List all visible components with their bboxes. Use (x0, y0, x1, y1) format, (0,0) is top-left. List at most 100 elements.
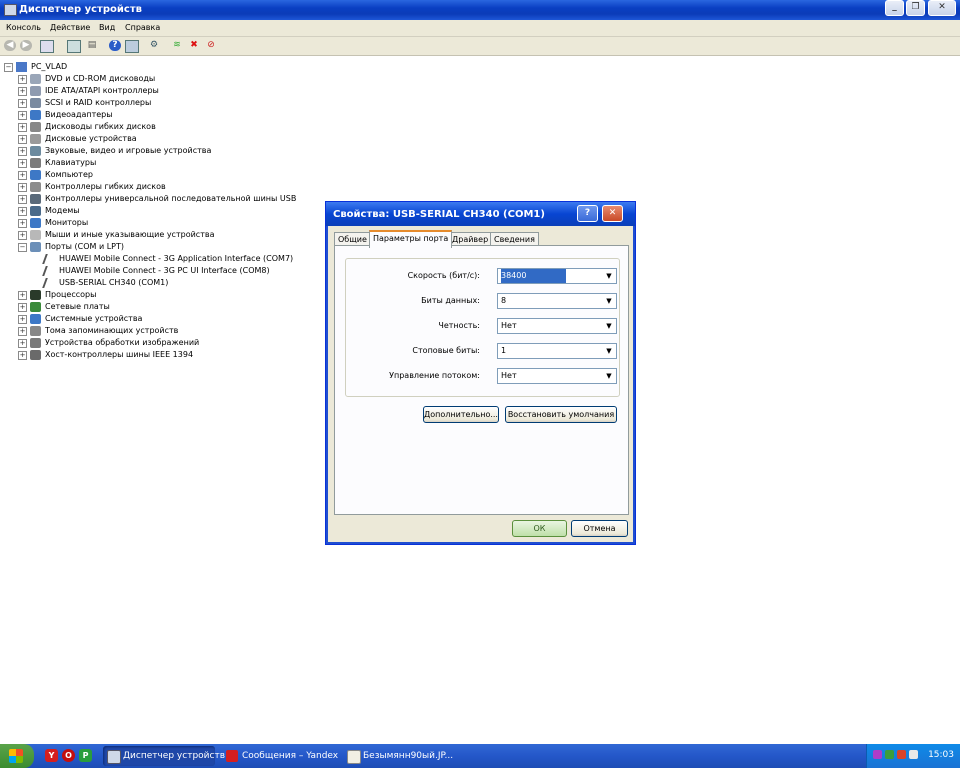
device-category-icon (30, 350, 41, 360)
expand-icon[interactable]: + (18, 183, 27, 192)
expand-icon[interactable]: + (18, 207, 27, 216)
task-label: Безымянн90ый.JP... (363, 751, 454, 761)
dialog-title: Свойства: USB-SERIAL CH340 (COM1) (333, 209, 545, 220)
data-bits-select[interactable]: 8 ▼ (497, 293, 617, 309)
restore-button[interactable]: ❐ (906, 0, 925, 16)
expand-icon[interactable]: + (18, 159, 27, 168)
menu-action[interactable]: Действие (50, 23, 90, 32)
task-paint-image[interactable]: Безымянн90ый.JP... (343, 746, 455, 766)
chevron-down-icon[interactable]: ▼ (602, 319, 616, 333)
expand-icon[interactable]: + (18, 303, 27, 312)
tree-item-label: IDE ATA/ATAPI контроллеры (45, 86, 159, 95)
title-bar[interactable]: Диспетчер устройств _ ❐ ✕ (0, 0, 960, 20)
collapse-icon[interactable]: − (4, 63, 13, 72)
scan-hardware-icon[interactable]: ⚙ (148, 40, 160, 51)
minimize-button[interactable]: _ (885, 0, 904, 16)
update-driver-icon[interactable]: ≋ (171, 40, 183, 51)
refresh-icon[interactable] (125, 40, 139, 53)
tree-item-label: Устройства обработки изображений (45, 338, 200, 347)
app-launcher-icon[interactable]: P (79, 749, 92, 762)
stop-bits-select[interactable]: 1 ▼ (497, 343, 617, 359)
expand-icon[interactable]: + (18, 327, 27, 336)
volume-icon[interactable] (909, 750, 918, 759)
properties-dialog: Свойства: USB-SERIAL CH340 (COM1) ? ✕ Об… (325, 201, 636, 545)
back-icon[interactable]: ◀ (4, 40, 16, 51)
tray-app-icon[interactable] (873, 750, 882, 759)
port-connector-icon (42, 266, 59, 276)
antivirus-icon[interactable] (897, 750, 906, 759)
network-icon[interactable] (885, 750, 894, 759)
system-tray: 15:03 (866, 744, 960, 768)
chevron-down-icon[interactable]: ▼ (602, 269, 616, 283)
parity-select[interactable]: Нет ▼ (497, 318, 617, 334)
tab-details[interactable]: Сведения (490, 232, 539, 246)
tree-item-label: Модемы (45, 206, 80, 215)
tree-item-label: Порты (COM и LPT) (45, 242, 124, 251)
start-button[interactable] (0, 744, 34, 768)
close-button[interactable]: ✕ (928, 0, 956, 16)
expand-icon[interactable]: + (18, 87, 27, 96)
baud-rate-select[interactable]: 38400 ▼ (497, 268, 617, 284)
clock: 15:03 (928, 750, 954, 760)
menu-view[interactable]: Вид (99, 23, 115, 32)
ok-button[interactable]: ОК (512, 520, 567, 537)
collapse-icon[interactable]: − (18, 243, 27, 252)
menu-console[interactable]: Консоль (6, 23, 41, 32)
task-device-manager[interactable]: Диспетчер устройств (103, 746, 225, 766)
forward-icon[interactable]: ▶ (20, 40, 32, 51)
tab-port-settings[interactable]: Параметры порта (369, 230, 453, 248)
tree-item-label: Мыши и иные указывающие устройства (45, 230, 215, 239)
expand-icon[interactable]: + (18, 135, 27, 144)
device-manager-icon (4, 4, 17, 16)
toolbar: ◀ ▶ ▤ ? ⚙ ≋ ✖ ⊘ (0, 37, 960, 56)
dialog-help-button[interactable]: ? (577, 205, 598, 222)
yandex-browser-icon[interactable]: Y (45, 749, 58, 762)
tab-general[interactable]: Общие (334, 232, 371, 246)
expand-icon[interactable]: + (18, 339, 27, 348)
device-category-icon (30, 206, 41, 216)
expand-icon[interactable]: + (18, 111, 27, 120)
task-yandex-messages[interactable]: Сообщения – Yandex (222, 746, 338, 766)
parity-value: Нет (501, 321, 517, 330)
expand-icon[interactable]: + (18, 147, 27, 156)
disable-icon[interactable]: ⊘ (205, 40, 217, 51)
device-category-icon (30, 314, 41, 324)
dialog-close-button[interactable]: ✕ (602, 205, 623, 222)
expand-icon[interactable]: + (18, 75, 27, 84)
expand-icon[interactable]: + (18, 315, 27, 324)
stop-bits-label: Стоповые биты: (412, 346, 480, 355)
help-icon[interactable]: ? (109, 40, 121, 51)
tree-item-label: Контроллеры гибких дисков (45, 182, 166, 191)
print-icon[interactable]: ▤ (86, 40, 98, 51)
expand-icon[interactable]: + (18, 219, 27, 228)
console-tree-icon[interactable] (67, 40, 81, 53)
dialog-title-bar[interactable]: Свойства: USB-SERIAL CH340 (COM1) ? ✕ (326, 202, 635, 226)
flow-control-select[interactable]: Нет ▼ (497, 368, 617, 384)
advanced-button[interactable]: Дополнительно... (423, 406, 499, 423)
device-category-icon (30, 98, 41, 108)
expand-icon[interactable]: + (18, 123, 27, 132)
device-category-icon (30, 302, 41, 312)
expand-icon[interactable]: + (18, 351, 27, 360)
device-category-icon (30, 74, 41, 84)
port-connector-icon (42, 254, 59, 264)
opera-icon[interactable]: O (62, 749, 75, 762)
expand-icon[interactable]: + (18, 231, 27, 240)
cancel-button[interactable]: Отмена (571, 520, 628, 537)
menu-help[interactable]: Справка (125, 23, 160, 32)
chevron-down-icon[interactable]: ▼ (602, 369, 616, 383)
taskbar: Y O P Диспетчер устройств Сообщения – Ya… (0, 744, 960, 768)
properties-icon[interactable] (40, 40, 54, 53)
chevron-down-icon[interactable]: ▼ (602, 344, 616, 358)
device-category-icon (30, 134, 41, 144)
chevron-down-icon[interactable]: ▼ (602, 294, 616, 308)
expand-icon[interactable]: + (18, 291, 27, 300)
task-label: Диспетчер устройств (123, 751, 226, 761)
expand-icon[interactable]: + (18, 195, 27, 204)
restore-defaults-button[interactable]: Восстановить умолчания (505, 406, 617, 423)
tab-driver[interactable]: Драйвер (448, 232, 493, 246)
expand-icon[interactable]: + (18, 171, 27, 180)
tree-item-label: Процессоры (45, 290, 97, 299)
uninstall-icon[interactable]: ✖ (188, 40, 200, 51)
expand-icon[interactable]: + (18, 99, 27, 108)
